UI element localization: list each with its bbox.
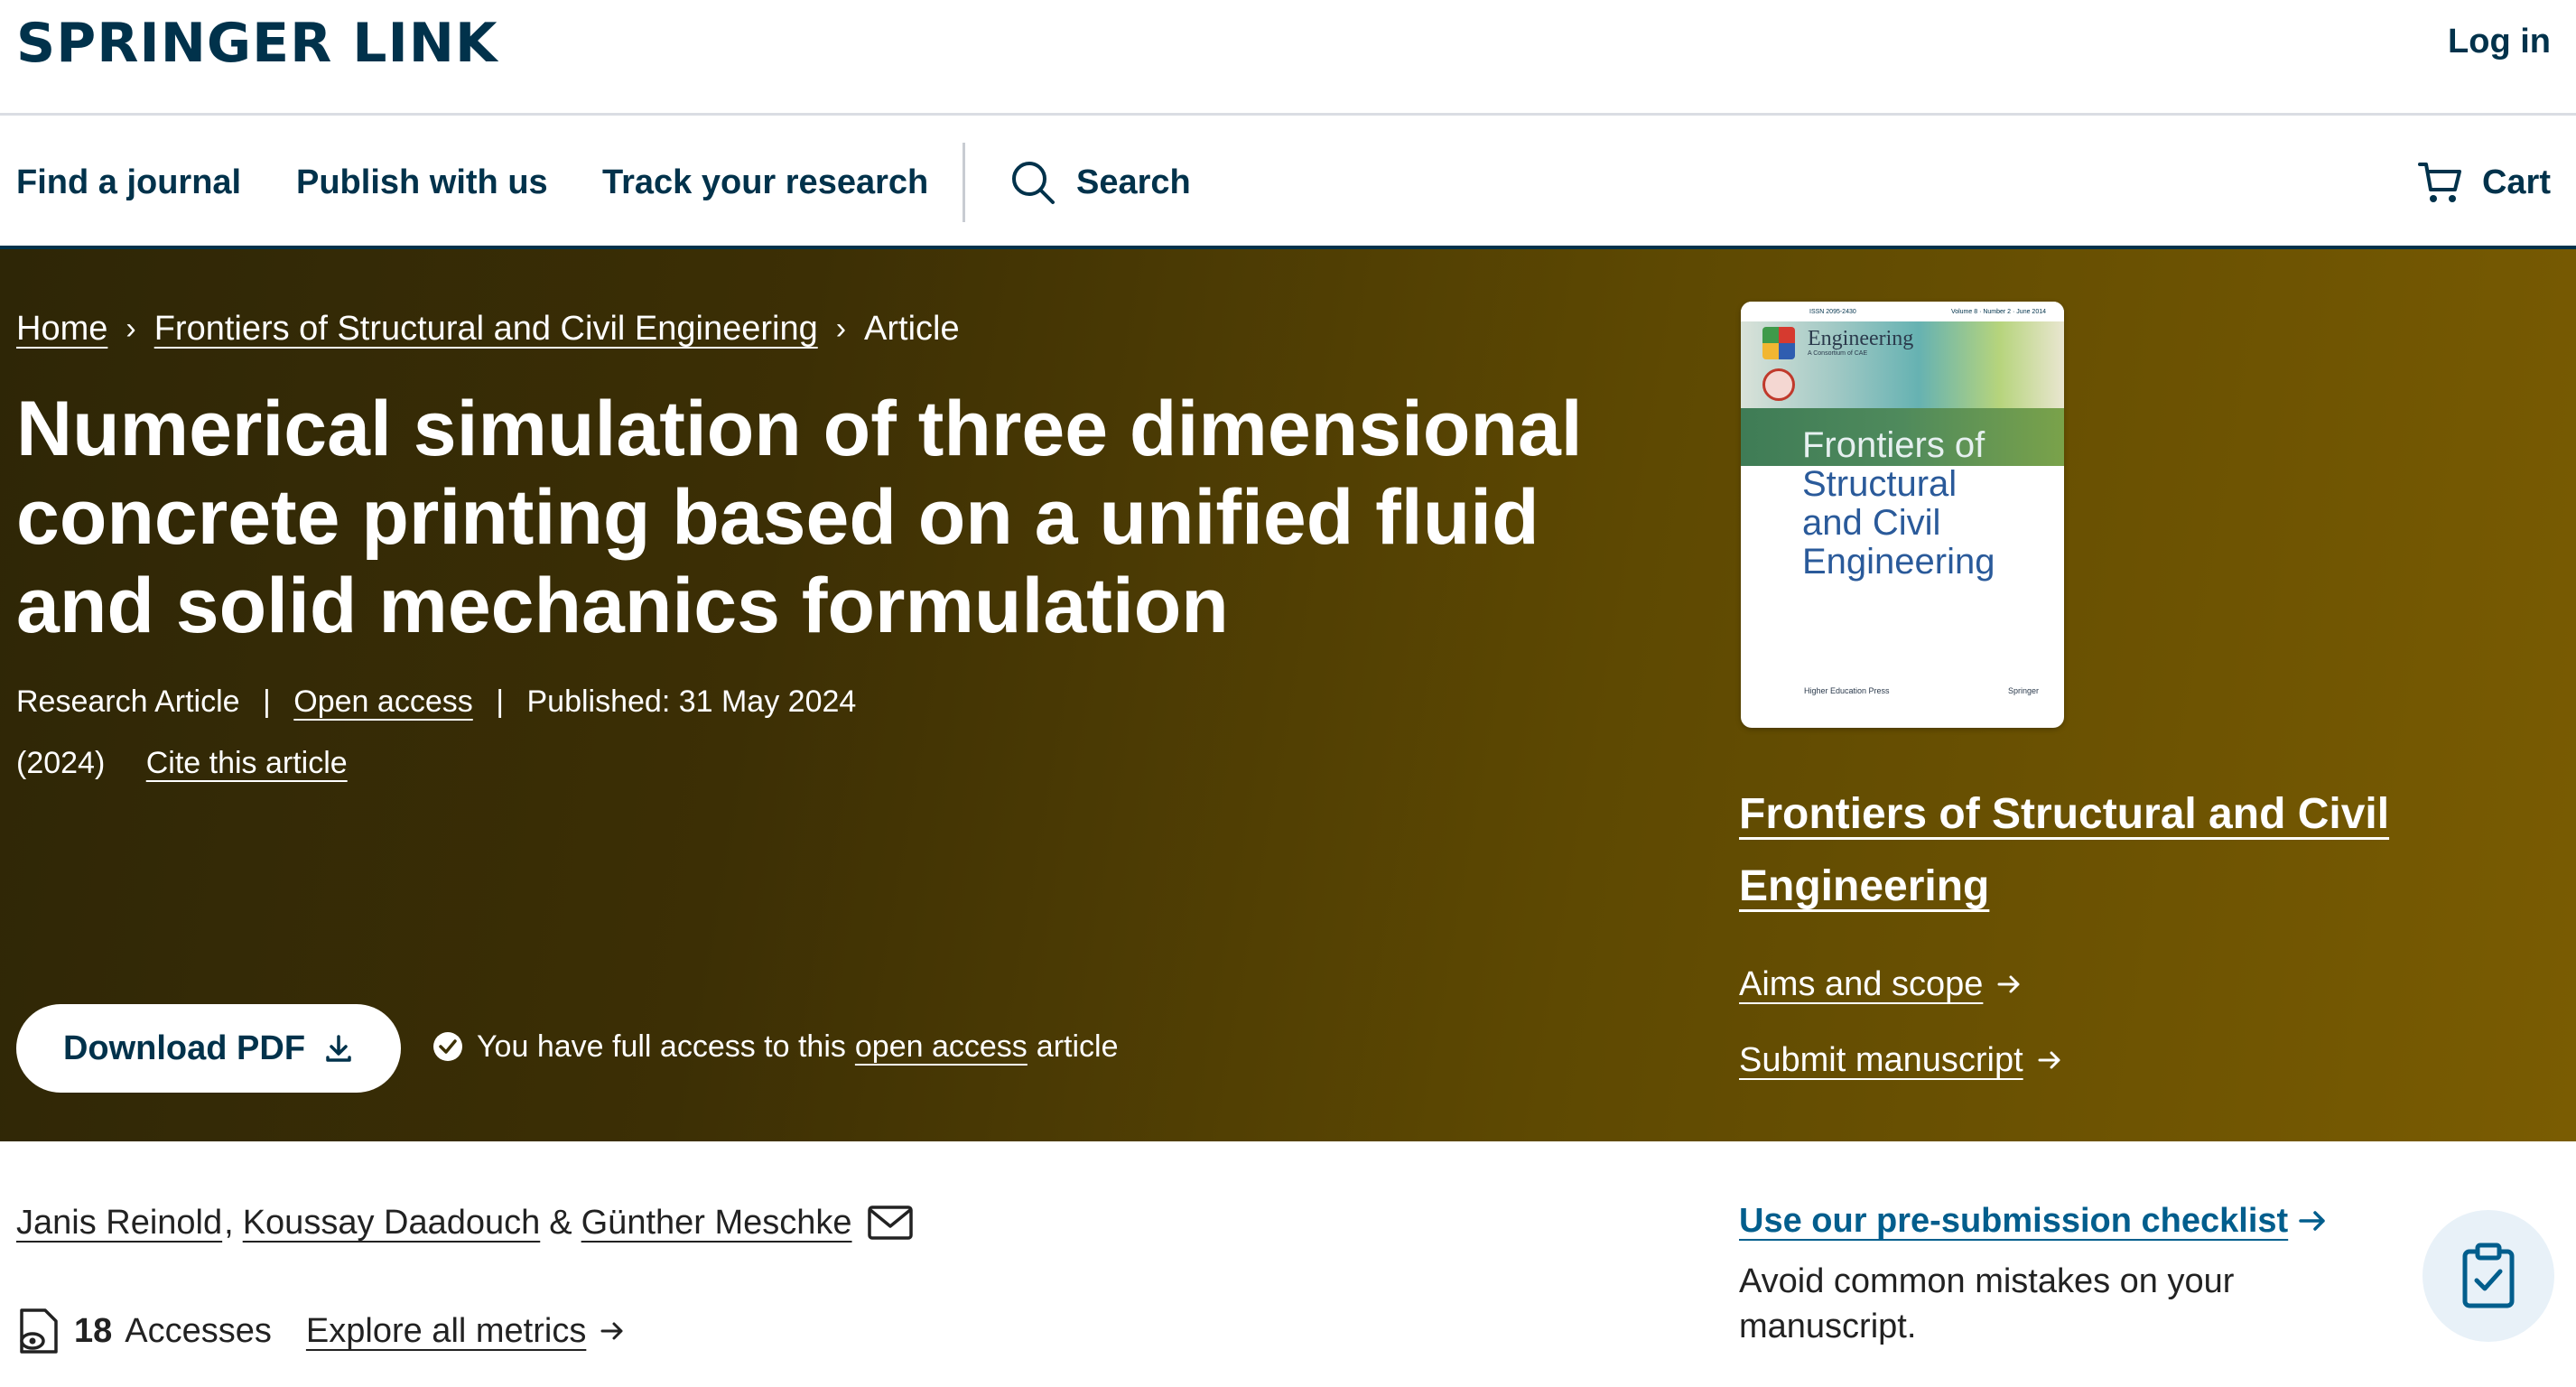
cover-volume: Volume 8 · Number 2 · June 2014 bbox=[1950, 308, 2046, 315]
logo-text: SPRINGER LINK bbox=[16, 12, 498, 75]
nav-find-journal[interactable]: Find a journal bbox=[16, 157, 241, 208]
login-button[interactable]: Log in bbox=[2448, 16, 2551, 67]
article-meta: Research Article | Open access | Publish… bbox=[16, 679, 856, 724]
nav-track-research[interactable]: Track your research bbox=[602, 157, 928, 208]
submit-manuscript-link[interactable]: Submit manuscript bbox=[1739, 1035, 2063, 1085]
main-nav: Find a journal Publish with us Track you… bbox=[0, 116, 2576, 249]
article-citation-line: (2024) Cite this article bbox=[16, 740, 348, 786]
clipboard-check-icon bbox=[2423, 1210, 2554, 1342]
arrow-right-icon bbox=[2038, 1051, 2060, 1069]
author-ampersand: & bbox=[549, 1204, 572, 1242]
journal-cover-image[interactable]: ISSN 2095-2430 Volume 8 · Number 2 · Jun… bbox=[1741, 302, 2064, 728]
download-icon bbox=[326, 1035, 351, 1062]
springer-link-logo[interactable]: SPRINGER LINK bbox=[16, 7, 498, 79]
meta-separator: | bbox=[496, 684, 505, 719]
breadcrumb-home[interactable]: Home bbox=[16, 303, 107, 354]
author-link[interactable]: Janis Reinold bbox=[16, 1197, 222, 1248]
checklist-link-label: Use our pre-submission checklist bbox=[1739, 1202, 2289, 1240]
arrow-right-icon bbox=[1997, 975, 2020, 993]
cae-logo-icon bbox=[1762, 327, 1795, 359]
access-note-suffix: article bbox=[1036, 1029, 1119, 1064]
full-access-note: You have full access to this open access… bbox=[432, 1024, 1119, 1069]
cart-label: Cart bbox=[2481, 163, 2551, 201]
cover-title-line: Frontiers of bbox=[1802, 425, 1985, 465]
cover-title-line: and Civil bbox=[1802, 503, 1941, 543]
meta-separator: | bbox=[263, 684, 271, 719]
cover-issn: ISSN 2095-2430 bbox=[1809, 308, 1856, 315]
accesses-label: Accesses bbox=[125, 1312, 272, 1350]
chevron-right-icon: › bbox=[835, 312, 847, 346]
author-link[interactable]: Günther Meschke bbox=[581, 1197, 852, 1248]
article-type: Research Article bbox=[16, 684, 240, 719]
check-circle-icon bbox=[433, 1032, 462, 1061]
article-title: Numerical simulation of three dimensiona… bbox=[16, 386, 1583, 649]
cover-footer: Higher Education Press Springer bbox=[1804, 686, 2039, 695]
breadcrumb-journal[interactable]: Frontiers of Structural and Civil Engine… bbox=[154, 303, 818, 354]
chevron-right-icon: › bbox=[126, 312, 136, 346]
arrow-right-icon bbox=[600, 1322, 623, 1340]
cover-title-line: Structural bbox=[1802, 464, 1958, 504]
article-metrics: 18 Accesses Explore all metrics bbox=[16, 1306, 626, 1356]
cover-engineering-label: Engineering bbox=[1808, 327, 1914, 350]
checklist-description: Avoid common mistakes on your manuscript… bbox=[1739, 1262, 2235, 1345]
cover-title-line: Engineering bbox=[1802, 542, 1995, 582]
accesses-count: 18 bbox=[74, 1312, 113, 1350]
access-note-prefix: You have full access to this bbox=[477, 1029, 846, 1064]
nav-publish-with-us[interactable]: Publish with us bbox=[296, 157, 548, 208]
author-link[interactable]: Koussay Daadouch bbox=[243, 1197, 541, 1248]
nav-cart-button[interactable]: Cart bbox=[2417, 157, 2551, 208]
cart-icon bbox=[2417, 163, 2461, 202]
article-hero: Home › Frontiers of Structural and Civil… bbox=[0, 249, 2576, 1141]
cover-title: Frontiers of Structural and Civil Engine… bbox=[1802, 426, 1995, 582]
cover-publisher-springer: Springer bbox=[2007, 686, 2039, 695]
top-bar: SPRINGER LINK Log in bbox=[0, 0, 2576, 116]
pre-submission-checklist-link[interactable]: Use our pre-submission checklist bbox=[1739, 1196, 2328, 1246]
download-pdf-label: Download PDF bbox=[62, 1029, 306, 1067]
aims-scope-link[interactable]: Aims and scope bbox=[1739, 959, 2023, 1010]
author-separator: , bbox=[224, 1204, 234, 1242]
breadcrumb-current: Article bbox=[864, 310, 960, 348]
access-note-open-access-link[interactable]: open access bbox=[855, 1024, 1028, 1069]
explore-metrics-link[interactable]: Explore all metrics bbox=[306, 1306, 586, 1356]
breadcrumb: Home › Frontiers of Structural and Civil… bbox=[16, 303, 960, 354]
cover-top-strip: ISSN 2095-2430 Volume 8 · Number 2 · Jun… bbox=[1741, 302, 2064, 321]
email-icon[interactable] bbox=[867, 1205, 914, 1241]
published-date: Published: 31 May 2024 bbox=[526, 684, 857, 719]
journal-name-link[interactable]: Frontiers of Structural and Civil Engine… bbox=[1739, 778, 2461, 923]
article-year: (2024) bbox=[16, 746, 106, 780]
seal-logo-icon bbox=[1762, 368, 1795, 401]
cite-article-link[interactable]: Cite this article bbox=[146, 746, 348, 780]
cover-engineering-sub: A Consortium of CAE bbox=[1808, 350, 1868, 357]
accesses-icon bbox=[20, 1308, 58, 1354]
submit-manuscript-label: Submit manuscript bbox=[1739, 1041, 2023, 1079]
cover-publisher-hep: Higher Education Press bbox=[1804, 686, 1890, 695]
aims-scope-label: Aims and scope bbox=[1739, 965, 1984, 1003]
search-label: Search bbox=[1076, 163, 1191, 201]
author-list: Janis Reinold , Koussay Daadouch & Günth… bbox=[16, 1197, 914, 1248]
search-icon bbox=[1012, 162, 1055, 204]
arrow-right-icon bbox=[2299, 1211, 2325, 1231]
open-access-link[interactable]: Open access bbox=[293, 684, 472, 719]
nav-divider bbox=[963, 143, 965, 222]
nav-search-button[interactable]: Search bbox=[1009, 157, 1191, 208]
download-pdf-button[interactable]: Download PDF bbox=[16, 1004, 401, 1093]
